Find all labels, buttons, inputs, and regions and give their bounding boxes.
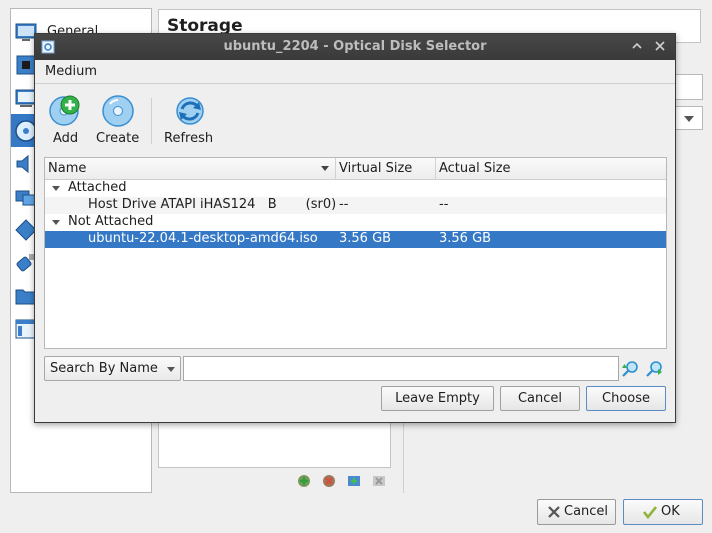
choose-button[interactable]: Choose xyxy=(586,386,666,411)
virtual-size: -- xyxy=(339,197,349,212)
column-label: Name xyxy=(48,161,87,176)
ok-label: OK xyxy=(661,504,680,519)
remove-attachment-icon[interactable] xyxy=(321,473,337,489)
medium-name: Host Drive ATAPI iHAS124 B (sr0) xyxy=(88,197,337,212)
refresh-label: Refresh xyxy=(164,131,214,146)
table-row-selected[interactable]: ubuntu-22.04.1-desktop-amd64.iso 3.56 GB… xyxy=(45,231,666,248)
column-label: Virtual Size xyxy=(339,161,413,176)
sort-descending-icon xyxy=(321,166,329,171)
column-header-name[interactable]: Name xyxy=(45,158,336,180)
keep-above-icon[interactable] xyxy=(629,38,645,54)
expand-arrow-icon[interactable] xyxy=(52,186,60,191)
optical-disk-selector-dialog: ubuntu_2204 - Optical Disk Selector Medi… xyxy=(34,33,676,423)
create-label: Create xyxy=(96,131,140,146)
dialog-title: ubuntu_2204 - Optical Disk Selector xyxy=(223,39,487,54)
cancel-button[interactable]: Cancel xyxy=(500,386,580,411)
search-mode-label: Search By Name xyxy=(50,361,158,376)
settings-ok-button[interactable]: OK xyxy=(623,499,703,525)
refresh-icon xyxy=(176,97,204,125)
media-table[interactable]: Name Virtual Size Actual Size Attached H… xyxy=(44,157,667,349)
virtual-size: 3.56 GB xyxy=(339,231,392,246)
table-row[interactable]: Host Drive ATAPI iHAS124 B (sr0) -- -- xyxy=(45,197,666,214)
group-label: Not Attached xyxy=(68,214,154,229)
chevron-down-icon xyxy=(167,367,175,372)
storage-devices-tree[interactable] xyxy=(158,420,391,468)
search-previous-icon[interactable] xyxy=(621,360,639,378)
column-header-virtual-size[interactable]: Virtual Size xyxy=(336,158,436,180)
actual-size: 3.56 GB xyxy=(439,231,492,246)
search-mode-select[interactable]: Search By Name xyxy=(44,356,181,381)
create-disk-icon xyxy=(102,95,134,127)
checkmark-icon xyxy=(643,506,657,519)
menu-bar: Medium xyxy=(35,60,675,84)
expand-arrow-icon[interactable] xyxy=(52,220,60,225)
close-icon[interactable] xyxy=(652,38,668,54)
column-header-actual-size[interactable]: Actual Size xyxy=(436,158,666,180)
settings-cancel-button[interactable]: Cancel xyxy=(537,499,616,525)
actual-size: -- xyxy=(439,197,449,212)
medium-name: ubuntu-22.04.1-desktop-amd64.iso xyxy=(88,231,318,246)
search-next-icon[interactable] xyxy=(645,360,663,378)
group-label: Attached xyxy=(68,180,127,195)
leave-empty-button[interactable]: Leave Empty xyxy=(381,386,494,411)
search-input[interactable] xyxy=(183,356,619,381)
dialog-titlebar[interactable]: ubuntu_2204 - Optical Disk Selector xyxy=(35,34,675,60)
toolbar-separator xyxy=(151,98,152,144)
tree-group-attached[interactable]: Attached xyxy=(45,180,666,197)
add-controller-icon[interactable] xyxy=(346,473,362,489)
tree-group-not-attached[interactable]: Not Attached xyxy=(45,214,666,231)
add-disk-icon xyxy=(49,95,80,126)
table-header: Name Virtual Size Actual Size xyxy=(45,158,666,180)
panel-divider xyxy=(403,420,404,493)
menu-medium[interactable]: Medium xyxy=(45,64,97,79)
add-attachment-icon[interactable] xyxy=(296,473,312,489)
add-label: Add xyxy=(53,131,79,146)
column-label: Actual Size xyxy=(439,161,511,176)
cancel-label: Cancel xyxy=(564,504,609,519)
cancel-x-icon xyxy=(548,506,560,518)
remove-controller-icon xyxy=(373,476,385,486)
